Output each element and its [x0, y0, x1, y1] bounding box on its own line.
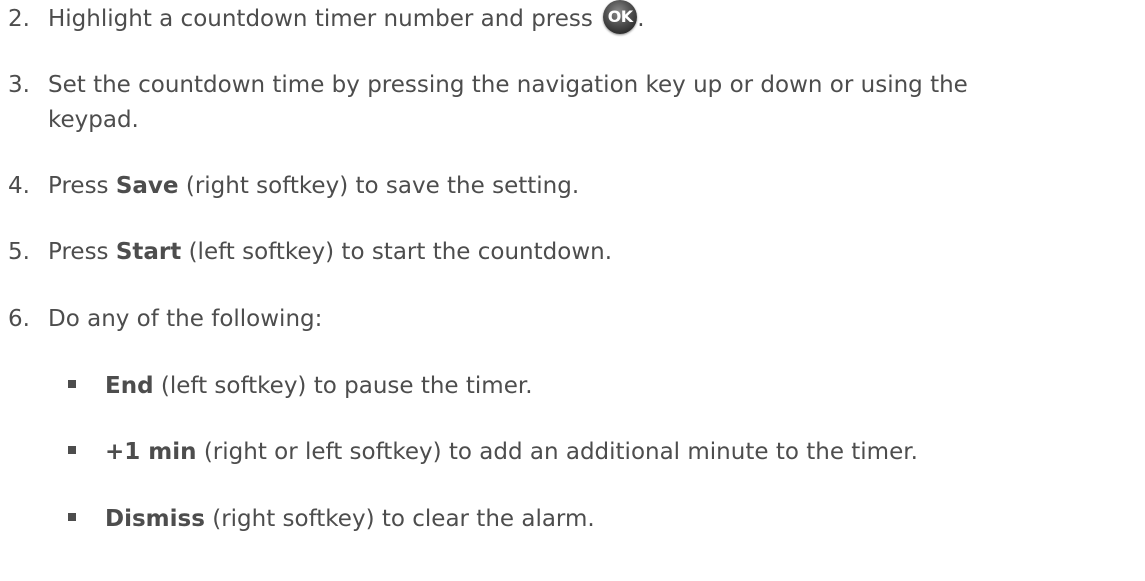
softkey-dismiss-label: Dismiss: [105, 506, 205, 532]
step-3: 3. Set the countdown time by pressing the…: [8, 68, 968, 138]
step-5: 5. Press Start (left softkey) to start th…: [8, 235, 612, 270]
step-number: 5.: [8, 239, 30, 265]
bullet-item-plus-one-min: +1 min (right or left softkey) to add an…: [68, 435, 918, 470]
step-text: (left softkey) to start the countdown.: [181, 239, 613, 265]
document-page: 2. Highlight a countdown timer number and…: [0, 0, 1145, 581]
bullet-square-icon: [68, 445, 76, 454]
softkey-start-label: Start: [115, 239, 182, 265]
step-number: 6.: [8, 306, 30, 332]
step-text: (right softkey) to save the setting.: [178, 173, 580, 199]
step-text-continued: keypad.: [48, 107, 139, 133]
step-number: 3.: [8, 72, 30, 98]
step-number: 4.: [8, 173, 30, 199]
softkey-save-label: Save: [115, 173, 179, 199]
softkey-end-label: End: [105, 373, 154, 399]
step-text-lead: Press: [48, 239, 116, 265]
step-text: Highlight a countdown timer number and p…: [48, 6, 593, 32]
bullet-text: (right or left softkey) to add an additi…: [196, 439, 918, 465]
bullet-item-end: End (left softkey) to pause the timer.: [68, 369, 533, 404]
step-text: Set the countdown time by pressing the n…: [48, 72, 968, 98]
ok-button-icon: OK: [603, 0, 638, 34]
bullet-item-dismiss: Dismiss (right softkey) to clear the ala…: [68, 502, 595, 537]
ok-icon-label: OK: [607, 6, 634, 26]
step-number: 2.: [8, 6, 30, 32]
step-text-end: .: [637, 6, 645, 32]
bullet-square-icon: [68, 512, 76, 521]
step-6: 6. Do any of the following:: [8, 302, 322, 337]
bullet-square-icon: [68, 379, 76, 388]
step-text: Do any of the following:: [48, 306, 323, 332]
bullet-text: (right softkey) to clear the alarm.: [204, 506, 595, 532]
bullet-text: (left softkey) to pause the timer.: [153, 373, 533, 399]
step-text-lead: Press: [48, 173, 116, 199]
step-4: 4. Press Save (right softkey) to save the…: [8, 169, 579, 204]
softkey-plus-one-min-label: +1 min: [105, 439, 197, 465]
step-2: 2. Highlight a countdown timer number and…: [8, 0, 645, 37]
